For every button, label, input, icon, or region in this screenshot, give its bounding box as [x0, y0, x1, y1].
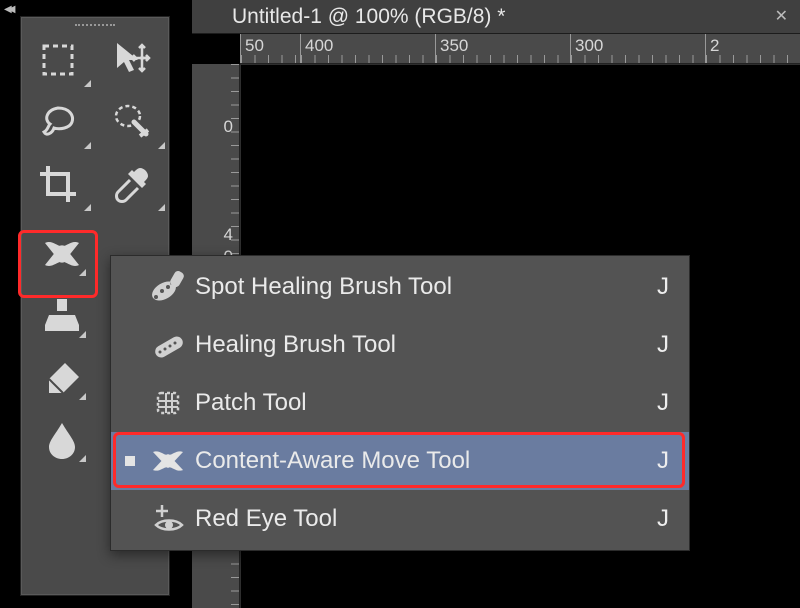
app-frame: ◀◀ Untitled-1 @ 100% (RGB/8) * ✕ 50 400 … [0, 0, 800, 608]
close-tab-icon[interactable]: ✕ [775, 6, 788, 26]
ruler-tick-label: 400 [305, 36, 333, 55]
flyout-shortcut: J [649, 331, 669, 359]
eyedropper-icon [110, 162, 154, 206]
flyout-label: Red Eye Tool [195, 505, 649, 533]
flyout-item-content-aware-move[interactable]: Content-Aware Move Tool J [111, 432, 689, 490]
tool-eyedropper[interactable] [95, 153, 169, 215]
healing-brush-icon [148, 325, 188, 365]
ruler-tick-label: 0 [224, 116, 233, 138]
ruler-tick-label: 50 [245, 36, 264, 55]
tool-flyout-menu: Spot Healing Brush Tool J Healing Brush … [110, 255, 690, 551]
lasso-icon [36, 100, 80, 144]
patch-icon [148, 383, 188, 423]
marquee-icon [38, 40, 78, 80]
ruler-horizontal: 50 400 350 300 2 [240, 34, 800, 64]
ruler-tick-label: 300 [575, 36, 603, 55]
tool-quick-selection[interactable] [95, 91, 169, 153]
tool-marquee[interactable] [21, 29, 95, 91]
tool-move[interactable] [95, 29, 169, 91]
move-icon [110, 38, 154, 82]
flyout-label: Content-Aware Move Tool [195, 447, 649, 475]
tool-crop[interactable] [21, 153, 95, 215]
ruler-tick-label: 350 [440, 36, 468, 55]
flyout-shortcut: J [649, 389, 669, 417]
flyout-label: Patch Tool [195, 389, 649, 417]
flyout-shortcut: J [649, 273, 669, 301]
ruler-tick-label: 2 [710, 36, 719, 55]
flyout-label: Spot Healing Brush Tool [195, 273, 649, 301]
flyout-shortcut: J [649, 447, 669, 475]
ruler-tick-label: 4 [224, 224, 233, 246]
panel-grip[interactable] [21, 17, 169, 29]
document-title: Untitled-1 @ 100% (RGB/8) * [232, 5, 505, 29]
quick-selection-icon [110, 100, 154, 144]
collapse-panel-arrows[interactable]: ◀◀ [4, 4, 11, 15]
flyout-label: Healing Brush Tool [195, 331, 649, 359]
content-aware-move-icon [148, 441, 188, 481]
flyout-item-spot-healing[interactable]: Spot Healing Brush Tool J [111, 258, 689, 316]
spot-healing-icon [148, 267, 188, 307]
flyout-item-patch[interactable]: Patch Tool J [111, 374, 689, 432]
crop-icon [36, 162, 80, 206]
red-eye-icon [148, 499, 188, 539]
document-tab[interactable]: Untitled-1 @ 100% (RGB/8) * ✕ [192, 0, 800, 34]
flyout-item-healing-brush[interactable]: Healing Brush Tool J [111, 316, 689, 374]
tool-lasso[interactable] [21, 91, 95, 153]
flyout-item-red-eye[interactable]: Red Eye Tool J [111, 490, 689, 548]
flyout-shortcut: J [649, 505, 669, 533]
